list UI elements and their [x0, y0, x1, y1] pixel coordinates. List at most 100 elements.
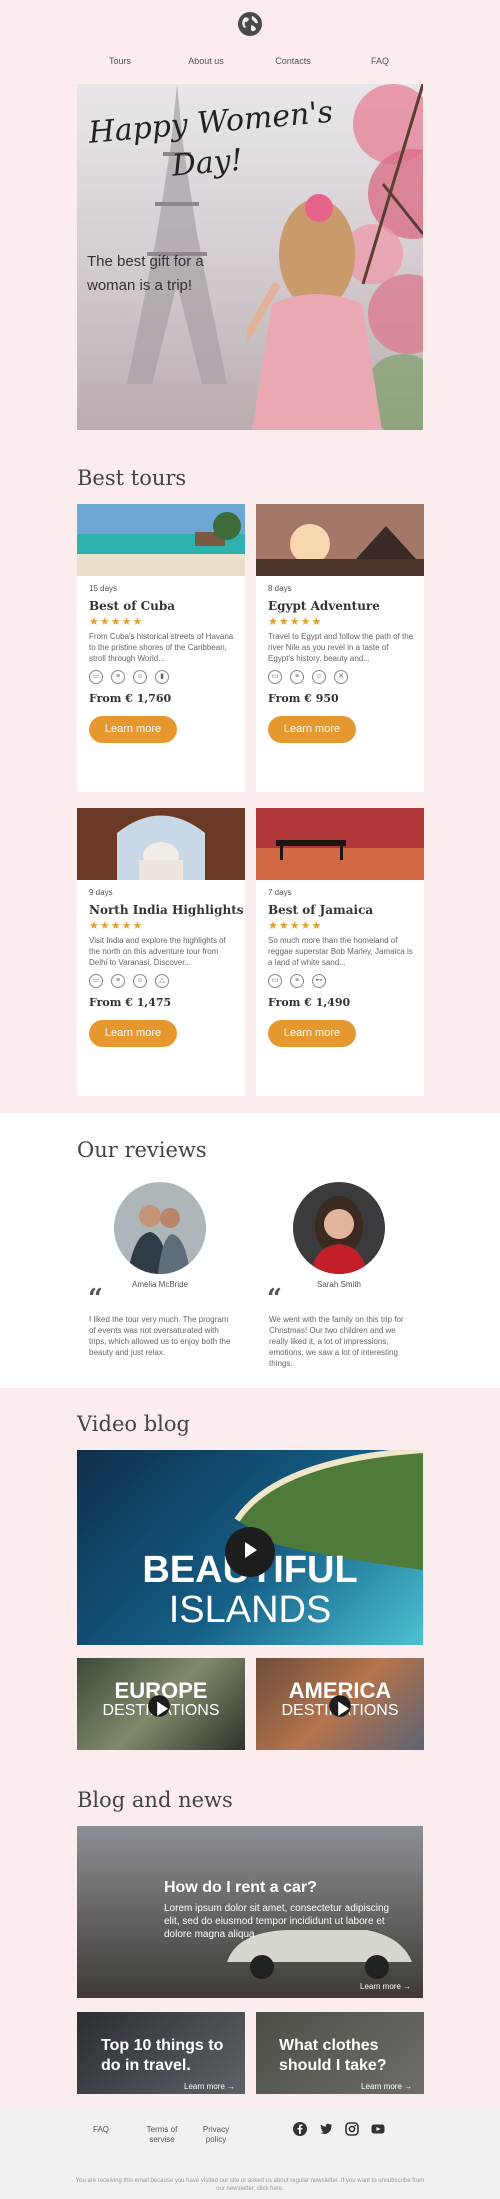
amenity-icons: ▭ ≡ ☺ ✕ [268, 670, 348, 684]
tour-price: From € 1,475 [89, 996, 172, 1009]
instagram-icon[interactable] [345, 2122, 359, 2136]
tour-name[interactable]: Best of Jamaica [268, 903, 373, 917]
blog-heading: Top 10 things to do in travel. [101, 2037, 224, 2074]
video-title-line2: ISLANDS [168, 1589, 332, 1631]
tour-card: 8 days Egypt Adventure ★★★★★ Travel to E… [256, 504, 424, 792]
tour-description: From Cuba's historical streets of Havana… [89, 632, 234, 663]
nav-contacts-link[interactable]: Contacts [275, 56, 311, 66]
blog-card[interactable]: What clothes should I take? Learn more → [256, 2012, 424, 2094]
play-button[interactable] [225, 1527, 275, 1577]
star-rating: ★★★★★ [268, 920, 323, 932]
blog-card-main[interactable]: How do I rent a car? Lorem ipsum dolor s… [77, 1826, 423, 1998]
reviews-title: Our reviews [77, 1138, 207, 1162]
tour-description: Travel to Egypt and follow the path of t… [268, 632, 414, 663]
guide-icon: ☺ [312, 670, 326, 684]
nav-faq-link[interactable]: FAQ [371, 56, 389, 66]
video-thumbnail[interactable]: BEAUTIFUL ISLANDS [77, 1450, 423, 1645]
hero-subtitle: The best gift for a woman is a trip! [87, 253, 204, 294]
blog-excerpt: Lorem ipsum dolor sit amet, consectetur … [164, 1903, 390, 1940]
tour-name[interactable]: North India Highlights [89, 903, 244, 917]
tour-card: 7 days Best of Jamaica ★★★★★ So much mor… [256, 808, 424, 1096]
tour-price: From € 950 [268, 692, 339, 705]
bed-icon: ≡ [290, 974, 304, 988]
tour-days: 8 days [268, 584, 292, 593]
taj-mahal-image [77, 808, 245, 880]
meal-icon: ✕ [334, 670, 348, 684]
tour-card: 9 days North India Highlights ★★★★★ Visi… [77, 808, 245, 1096]
youtube-icon[interactable] [371, 2122, 385, 2136]
bottle-icon: ▮ [155, 670, 169, 684]
learn-more-button[interactable]: Learn more [89, 1020, 177, 1047]
learn-more-button[interactable]: Learn more [89, 716, 177, 743]
egypt-pyramids-image [256, 504, 424, 576]
nav-about-link[interactable]: About us [188, 56, 224, 66]
tour-description: Visit India and explore the highlights o… [89, 936, 226, 967]
star-rating: ★★★★★ [89, 616, 144, 628]
tour-description: So much more than the homeland of reggae… [268, 936, 413, 967]
bed-icon: ≡ [111, 974, 125, 988]
cuba-beach-image [77, 504, 245, 576]
amenity-icons: ▭ ≡ ☺ △ [89, 974, 169, 988]
tour-price: From € 1,760 [89, 692, 172, 705]
email-page: Tours About us Contacts FAQ Happy Women'… [0, 0, 500, 2199]
woman-photo [247, 194, 382, 430]
video-blog-title: Video blog [77, 1412, 190, 1436]
bus-icon: ▭ [89, 670, 103, 684]
dumbbell-icon: ⊷ [312, 974, 326, 988]
tour-days: 7 days [268, 888, 292, 897]
quote-icon: “ [88, 1284, 103, 1314]
avatar [293, 1182, 385, 1274]
globe-icon[interactable] [236, 10, 264, 38]
quote-icon: “ [267, 1284, 282, 1314]
nav-tours-link[interactable]: Tours [109, 56, 131, 66]
avatar [114, 1182, 206, 1274]
twitter-icon[interactable] [319, 2122, 333, 2136]
amenity-icons: ▭ ≡ ☺ ▮ [89, 670, 169, 684]
review-text: We went with the family on this trip for… [269, 1315, 404, 1368]
blog-heading: How do I rent a car? [164, 1879, 317, 1896]
boat-icon: △ [155, 974, 169, 988]
learn-more-link[interactable]: Learn more → [184, 2082, 235, 2091]
star-rating: ★★★★★ [268, 616, 323, 628]
video-thumbnail[interactable]: EUROPE DESTINATIONS [77, 1658, 245, 1750]
play-button[interactable] [329, 1695, 351, 1717]
blog-heading: What clothes should I take? [279, 2037, 387, 2074]
guide-icon: ☺ [133, 670, 147, 684]
guide-icon: ☺ [133, 974, 147, 988]
header: Tours About us Contacts FAQ [0, 0, 500, 80]
best-tours-title: Best tours [77, 466, 187, 490]
bus-icon: ▭ [89, 974, 103, 988]
reviewer-name: Sarah Smith [316, 1280, 362, 1289]
footer-privacy-link[interactable]: Privacy policy [200, 2125, 232, 2145]
top-nav: Tours About us Contacts FAQ [0, 56, 500, 70]
blog-card[interactable]: Top 10 things to do in travel. Learn mor… [77, 2012, 245, 2094]
video-thumbnail[interactable]: AMERICA DESTINATIONS [256, 1658, 424, 1750]
tour-days: 15 days [89, 584, 118, 593]
legal-text: You are receiving this email because you… [75, 2178, 425, 2192]
tour-name[interactable]: Egypt Adventure [268, 599, 380, 613]
hero-banner[interactable]: Happy Women's Day! The best gift for a w… [77, 84, 423, 430]
reviewer-name: Amelia McBride [131, 1280, 188, 1289]
facebook-icon[interactable] [293, 2122, 307, 2136]
tour-card: 15 days Best of Cuba ★★★★★ From Cuba's h… [77, 504, 245, 792]
jamaica-sunset-image [256, 808, 424, 880]
learn-more-link[interactable]: Learn more → [361, 2082, 412, 2091]
tour-days: 9 days [89, 888, 113, 897]
bus-icon: ▭ [268, 974, 282, 988]
amenity-icons: ▭ ≡ ⊷ [268, 974, 326, 988]
learn-more-button[interactable]: Learn more [268, 1020, 356, 1047]
bed-icon: ≡ [290, 670, 304, 684]
tour-price: From € 1,490 [268, 996, 351, 1009]
tour-name[interactable]: Best of Cuba [89, 599, 175, 613]
learn-more-button[interactable]: Learn more [268, 716, 356, 743]
play-button[interactable] [148, 1695, 170, 1717]
bus-icon: ▭ [268, 670, 282, 684]
footer-terms-link[interactable]: Terms of servise [140, 2125, 184, 2145]
blog-title: Blog and news [77, 1788, 233, 1812]
star-rating: ★★★★★ [89, 920, 144, 932]
review-text: I liked the tour very much. The program … [89, 1315, 231, 1357]
reviews-section [0, 1113, 500, 1388]
bed-icon: ≡ [111, 670, 125, 684]
learn-more-link[interactable]: Learn more → [360, 1982, 411, 1991]
footer-faq-link[interactable]: FAQ [93, 2125, 109, 2134]
